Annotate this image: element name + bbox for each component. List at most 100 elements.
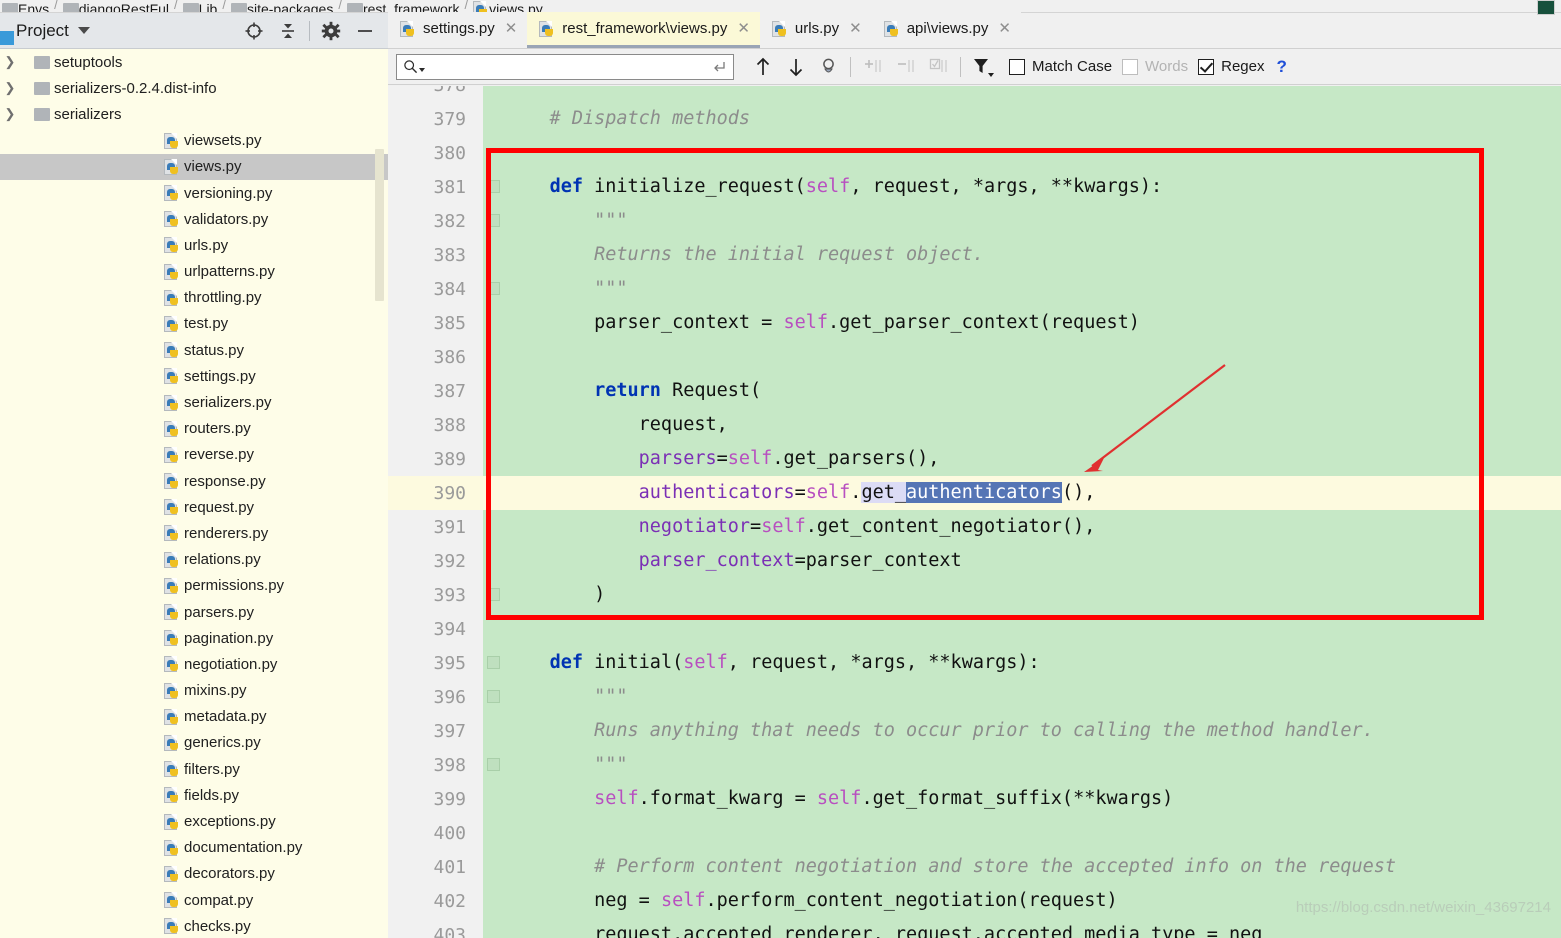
tree-file-row[interactable]: response.py <box>0 468 388 494</box>
tree-file-row[interactable]: exceptions.py <box>0 808 388 834</box>
tree-file-row[interactable]: routers.py <box>0 416 388 442</box>
code-line[interactable]: def initial(self, request, *args, **kwar… <box>505 652 1040 673</box>
regex-checkbox[interactable] <box>1198 58 1215 75</box>
tree-file-row[interactable]: reverse.py <box>0 442 388 468</box>
tree-file-row[interactable]: relations.py <box>0 547 388 573</box>
tree-file-row[interactable]: documentation.py <box>0 835 388 861</box>
tree-file-row[interactable]: validators.py <box>0 206 388 232</box>
editor-tab[interactable]: rest_framework\views.py ✕ <box>527 12 760 48</box>
code-line[interactable]: """ <box>505 754 627 775</box>
code-line[interactable]: negotiator=self.get_content_negotiator()… <box>505 516 1096 537</box>
code-line[interactable]: Returns the initial request object. <box>505 244 984 265</box>
tree-file-row[interactable]: status.py <box>0 337 388 363</box>
tree-file-row[interactable]: negotiation.py <box>0 651 388 677</box>
hide-panel-icon[interactable] <box>348 16 382 46</box>
tree-file-row[interactable]: test.py <box>0 311 388 337</box>
code-fold-marker-icon[interactable] <box>487 758 500 771</box>
match-case-checkbox[interactable] <box>1009 58 1025 75</box>
breadcrumb-item[interactable]: Lib <box>182 0 217 12</box>
code-line[interactable]: Runs anything that needs to occur prior … <box>505 720 1374 741</box>
breadcrumb-item[interactable]: Envs <box>2 0 49 12</box>
close-icon[interactable]: ✕ <box>998 21 1011 36</box>
filter-icon[interactable] <box>966 52 999 82</box>
code-line[interactable]: neg = self.perform_content_negotiation(r… <box>505 890 1118 911</box>
project-tool-window-stripe[interactable] <box>0 31 14 45</box>
collapse-all-icon[interactable] <box>271 16 305 46</box>
tree-file-row[interactable]: compat.py <box>0 887 388 913</box>
code-line[interactable]: """ <box>505 686 627 707</box>
tree-file-row[interactable]: viewsets.py <box>0 128 388 154</box>
tree-file-row[interactable]: renderers.py <box>0 520 388 546</box>
code-line[interactable]: request.accepted_renderer, request.accep… <box>505 924 1262 938</box>
tree-file-row[interactable]: filters.py <box>0 756 388 782</box>
breadcrumb-item[interactable]: site-packages <box>230 0 333 12</box>
code-line[interactable]: """ <box>505 278 627 299</box>
code-fold-marker-icon[interactable] <box>487 214 500 227</box>
editor-tab[interactable]: urls.py ✕ <box>759 12 872 48</box>
tree-file-row[interactable]: serializers.py <box>0 389 388 415</box>
option-regex[interactable]: Regex <box>1198 58 1264 75</box>
chevron-right-icon[interactable]: ❯ <box>0 80 20 96</box>
chevron-right-icon[interactable]: ❯ <box>0 54 20 70</box>
editor-tab[interactable]: api\views.py ✕ <box>871 12 1021 48</box>
code-fold-marker-icon[interactable] <box>487 656 500 669</box>
chevron-down-icon[interactable] <box>77 27 90 34</box>
tree-file-row[interactable]: urls.py <box>0 232 388 258</box>
code-line[interactable]: def initialize_request(self, request, *a… <box>505 176 1163 197</box>
editor-tab[interactable]: settings.py ✕ <box>388 12 528 48</box>
tree-folder-row[interactable]: ❯ serializers <box>0 101 388 127</box>
code-line[interactable]: self.format_kwarg = self.get_format_suff… <box>505 788 1173 809</box>
tree-file-row[interactable]: permissions.py <box>0 573 388 599</box>
project-file-tree[interactable]: ❯ setuptools ❯ serializers-0.2.4.dist-info ❯… <box>0 49 388 938</box>
tree-file-row[interactable]: fields.py <box>0 782 388 808</box>
code-line[interactable]: parser_context = self.get_parser_context… <box>505 312 1140 333</box>
code-line[interactable]: request, <box>505 414 728 435</box>
chevron-down-small-icon[interactable] <box>419 67 425 72</box>
code-fold-marker-icon[interactable] <box>487 282 500 295</box>
tree-file-row[interactable]: request.py <box>0 494 388 520</box>
tree-file-row[interactable]: pagination.py <box>0 625 388 651</box>
tree-file-row[interactable]: throttling.py <box>0 285 388 311</box>
code-line[interactable]: authenticators=self.get_authenticators()… <box>505 482 1095 503</box>
search-input[interactable] <box>429 55 711 78</box>
tree-file-row[interactable]: checks.py <box>0 913 388 938</box>
close-icon[interactable]: ✕ <box>505 21 518 36</box>
breadcrumb-item[interactable]: djangoRestFul <box>62 0 169 12</box>
find-help-icon[interactable]: ? <box>1276 57 1286 77</box>
search-field-wrapper[interactable] <box>396 53 734 80</box>
tree-scrollbar-thumb[interactable] <box>375 149 384 301</box>
tree-folder-row[interactable]: ❯ serializers-0.2.4.dist-info <box>0 75 388 101</box>
code-fold-marker-icon[interactable] <box>487 690 500 703</box>
close-icon[interactable]: ✕ <box>849 21 862 36</box>
code-fold-marker-icon[interactable] <box>487 588 500 601</box>
code-content-area[interactable] <box>505 86 1561 938</box>
tree-file-row[interactable]: mixins.py <box>0 678 388 704</box>
code-line[interactable]: """ <box>505 210 627 231</box>
locate-in-tree-icon[interactable] <box>237 16 271 46</box>
tree-file-row[interactable]: settings.py <box>0 363 388 389</box>
tree-file-row[interactable]: versioning.py <box>0 180 388 206</box>
code-line[interactable]: return Request( <box>505 380 761 401</box>
code-line[interactable]: ) <box>505 584 605 605</box>
tree-file-row[interactable]: urlpatterns.py <box>0 259 388 285</box>
option-match-case[interactable]: Match Case <box>1009 58 1112 75</box>
code-line[interactable]: # Perform content negotiation and store … <box>505 856 1396 877</box>
tree-folder-row[interactable]: ❯ setuptools <box>0 49 388 75</box>
code-line[interactable]: parsers=self.get_parsers(), <box>505 448 940 469</box>
tree-file-row[interactable]: decorators.py <box>0 861 388 887</box>
tree-file-row[interactable]: metadata.py <box>0 704 388 730</box>
settings-gear-icon[interactable] <box>314 16 348 46</box>
tree-file-row[interactable]: views.py <box>0 153 388 180</box>
code-editor[interactable]: 378 379 # Dispatch methods 380 381 def init… <box>388 86 1561 938</box>
find-next-icon[interactable] <box>779 52 812 82</box>
tree-file-row[interactable]: generics.py <box>0 730 388 756</box>
editor-status-badge-icon[interactable] <box>1537 0 1555 15</box>
select-all-occurrences-icon[interactable] <box>812 52 845 82</box>
close-icon[interactable]: ✕ <box>737 21 750 36</box>
code-line[interactable]: # Dispatch methods <box>505 108 751 129</box>
tree-file-row[interactable]: parsers.py <box>0 599 388 625</box>
find-previous-icon[interactable] <box>746 52 779 82</box>
code-fold-marker-icon[interactable] <box>487 180 500 193</box>
code-line[interactable]: parser_context=parser_context <box>505 550 962 571</box>
new-line-icon[interactable] <box>711 59 727 75</box>
